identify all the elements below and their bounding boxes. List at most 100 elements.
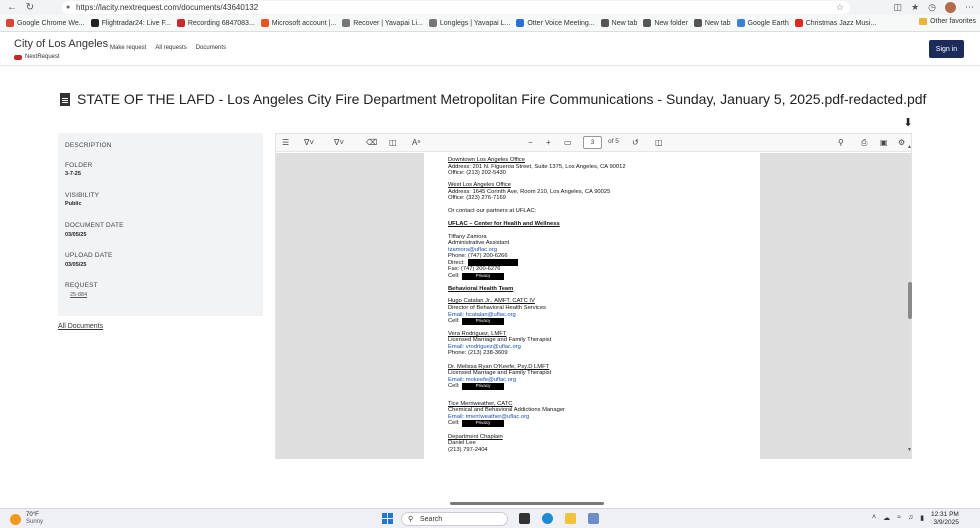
windows-start-icon[interactable] bbox=[382, 513, 393, 524]
text-box-icon[interactable]: ◫ bbox=[389, 137, 397, 149]
weather-condition: Sunny bbox=[26, 519, 44, 525]
brand-title[interactable]: City of Los Angeles bbox=[14, 38, 108, 50]
redaction-box: Privacy bbox=[462, 273, 504, 280]
battery-icon[interactable]: ▮ bbox=[920, 514, 924, 522]
bookmark-favicon-icon bbox=[693, 19, 702, 27]
speaker-icon[interactable]: ♫ bbox=[908, 514, 913, 522]
bookmark-favicon-icon bbox=[516, 19, 525, 27]
more-icon[interactable]: ⋯ bbox=[965, 2, 974, 13]
bookmark-label: New tab bbox=[704, 19, 731, 27]
bookmark-favicon-icon bbox=[90, 19, 99, 27]
weather-widget[interactable]: 70°F Sunny bbox=[10, 512, 43, 526]
search-icon[interactable]: ⚲ bbox=[838, 137, 844, 149]
page-number-input[interactable]: 3 bbox=[583, 136, 602, 149]
edge-browser-icon[interactable] bbox=[542, 513, 553, 524]
save-icon[interactable]: ▣ bbox=[880, 137, 888, 149]
bookmark-item[interactable]: Microsoft account |... bbox=[260, 19, 336, 27]
app-icon[interactable] bbox=[588, 513, 599, 524]
nav-make-request[interactable]: Make request bbox=[110, 45, 146, 51]
browser-address-bar: ← ↻ ● https://lacity.nextrequest.com/doc… bbox=[0, 0, 980, 15]
bookmark-item[interactable]: Otter Voice Meeting... bbox=[516, 19, 595, 27]
pdf-text-line: West Los Angeles Office bbox=[448, 182, 511, 188]
bookmark-item[interactable]: Google Chrome We... bbox=[6, 19, 85, 27]
viewer-scrollbar[interactable]: ▲ ▼ bbox=[906, 144, 914, 455]
bookmark-item[interactable]: Flightradar24: Live F... bbox=[90, 19, 171, 27]
read-aloud-icon[interactable]: Aᵊ bbox=[412, 137, 420, 149]
brand-sub-text: NextRequest bbox=[25, 54, 60, 60]
download-icon[interactable]: ⬇ bbox=[902, 117, 914, 129]
bookmark-label: Christmas Jazz Musi... bbox=[805, 19, 877, 27]
pdf-text-line: Downtown Los Angeles Office bbox=[448, 157, 525, 163]
bookmark-item[interactable]: Longlegs | Yavapai L... bbox=[428, 19, 510, 27]
bookmark-favicon-icon bbox=[428, 19, 437, 27]
bookmark-item[interactable]: Google Earth bbox=[736, 19, 789, 27]
redaction-box: Privacy bbox=[462, 420, 504, 427]
pdf-text-line: Hugo Catalan Jr., AMFT, CATC IV bbox=[448, 298, 535, 304]
bookmark-item[interactable]: New tab bbox=[600, 19, 637, 27]
document-title-text: STATE OF THE LAFD - Los Angeles City Fir… bbox=[77, 91, 927, 107]
pdf-page: Downtown Los Angeles Office Address: 201 … bbox=[424, 153, 760, 459]
pdf-text-line: Phone: (213) 238-3609 bbox=[448, 350, 508, 356]
pdf-text-line: Behavioral Health Team bbox=[448, 286, 514, 292]
fit-width-icon[interactable]: ▭ bbox=[564, 137, 572, 149]
bookmark-favicon-icon bbox=[736, 19, 745, 27]
draw-icon[interactable]: ∇˅ bbox=[334, 137, 344, 149]
bookmark-favicon-icon bbox=[342, 19, 351, 27]
folder-value: 3-7-25 bbox=[65, 171, 81, 177]
pdf-text-line: Licensed Marriage and Family Therapist bbox=[448, 337, 552, 343]
other-favorites-label: Other favorites bbox=[930, 18, 976, 25]
rotate-icon[interactable]: ↺ bbox=[632, 137, 639, 149]
file-explorer-icon[interactable] bbox=[565, 513, 576, 524]
browser-actions: ◫ ★ ◷ ⋯ bbox=[894, 1, 974, 14]
favorite-star-icon[interactable]: ☆ bbox=[836, 2, 844, 13]
settings-gear-icon[interactable]: ⚙ bbox=[898, 137, 905, 149]
bookmark-item[interactable]: Recording 6847083... bbox=[176, 19, 255, 27]
folder-icon bbox=[919, 18, 928, 25]
document-date-label: DOCUMENT DATE bbox=[65, 222, 124, 229]
print-icon[interactable]: ⎙ bbox=[861, 137, 867, 149]
pdf-text-line: Or contact our partners at UFLAC: bbox=[448, 208, 537, 214]
url-input[interactable]: ● https://lacity.nextrequest.com/documen… bbox=[62, 1, 850, 14]
eraser-icon[interactable]: ⌫ bbox=[366, 137, 377, 149]
scrollbar-thumb[interactable] bbox=[908, 282, 912, 319]
upload-date-value: 03/05/25 bbox=[65, 262, 87, 268]
horizontal-scrollbar[interactable] bbox=[450, 502, 604, 505]
split-screen-icon[interactable]: ◫ bbox=[894, 2, 903, 13]
task-view-icon[interactable] bbox=[519, 513, 530, 524]
outline-icon[interactable]: ☰ bbox=[282, 137, 289, 149]
clock-time: 12:31 PM bbox=[931, 511, 959, 518]
bookmark-item[interactable]: New tab bbox=[693, 19, 731, 27]
all-documents-link[interactable]: All Documents bbox=[58, 323, 103, 330]
back-icon[interactable]: ← bbox=[6, 2, 18, 14]
brand-subtitle: NextRequest bbox=[14, 54, 60, 60]
other-favorites[interactable]: Other favorites bbox=[919, 18, 976, 25]
profile-avatar[interactable] bbox=[945, 2, 956, 13]
bookmark-item[interactable]: New folder bbox=[643, 19, 688, 27]
taskbar-search[interactable]: ⚲ Search bbox=[401, 512, 508, 526]
bookmark-label: Google Earth bbox=[747, 19, 789, 27]
cloud-icon[interactable]: ☁ bbox=[883, 514, 890, 522]
wifi-icon[interactable]: ≈ bbox=[897, 514, 901, 522]
page-view-icon[interactable]: ◫ bbox=[655, 137, 663, 149]
nav-all-requests[interactable]: All requests bbox=[155, 45, 186, 51]
history-icon[interactable]: ◷ bbox=[928, 2, 936, 13]
scroll-up-icon[interactable]: ▲ bbox=[907, 144, 912, 150]
highlight-icon[interactable]: ∇˅ bbox=[304, 137, 314, 149]
zoom-in-icon[interactable]: + bbox=[546, 137, 551, 149]
windows-taskbar: 70°F Sunny ⚲ Search ˄ ☁ ≈ ♫ ▮ 12:31 PM 3… bbox=[0, 508, 980, 528]
sign-in-button[interactable]: Sign in bbox=[929, 40, 964, 58]
request-link[interactable]: 25-884 bbox=[70, 292, 87, 298]
favorites-icon[interactable]: ★ bbox=[911, 2, 919, 13]
pdf-text-line: (213) 797-2404 bbox=[448, 447, 488, 453]
nav-documents[interactable]: Documents bbox=[196, 45, 226, 51]
refresh-icon[interactable]: ↻ bbox=[24, 2, 36, 14]
chevron-up-icon[interactable]: ˄ bbox=[872, 514, 876, 522]
clock[interactable]: 12:31 PM 3/9/2025 bbox=[931, 511, 959, 527]
page-total: of 5 bbox=[608, 138, 619, 145]
bookmark-item[interactable]: Christmas Jazz Musi... bbox=[794, 19, 877, 27]
zoom-out-icon[interactable]: − bbox=[528, 137, 533, 149]
pdf-text-line: Office: (213) 202-5430 bbox=[448, 170, 506, 176]
bookmark-item[interactable]: Recover | Yavapai Li... bbox=[342, 19, 423, 27]
bookmark-label: New folder bbox=[654, 19, 688, 27]
scroll-down-icon[interactable]: ▼ bbox=[907, 447, 912, 453]
